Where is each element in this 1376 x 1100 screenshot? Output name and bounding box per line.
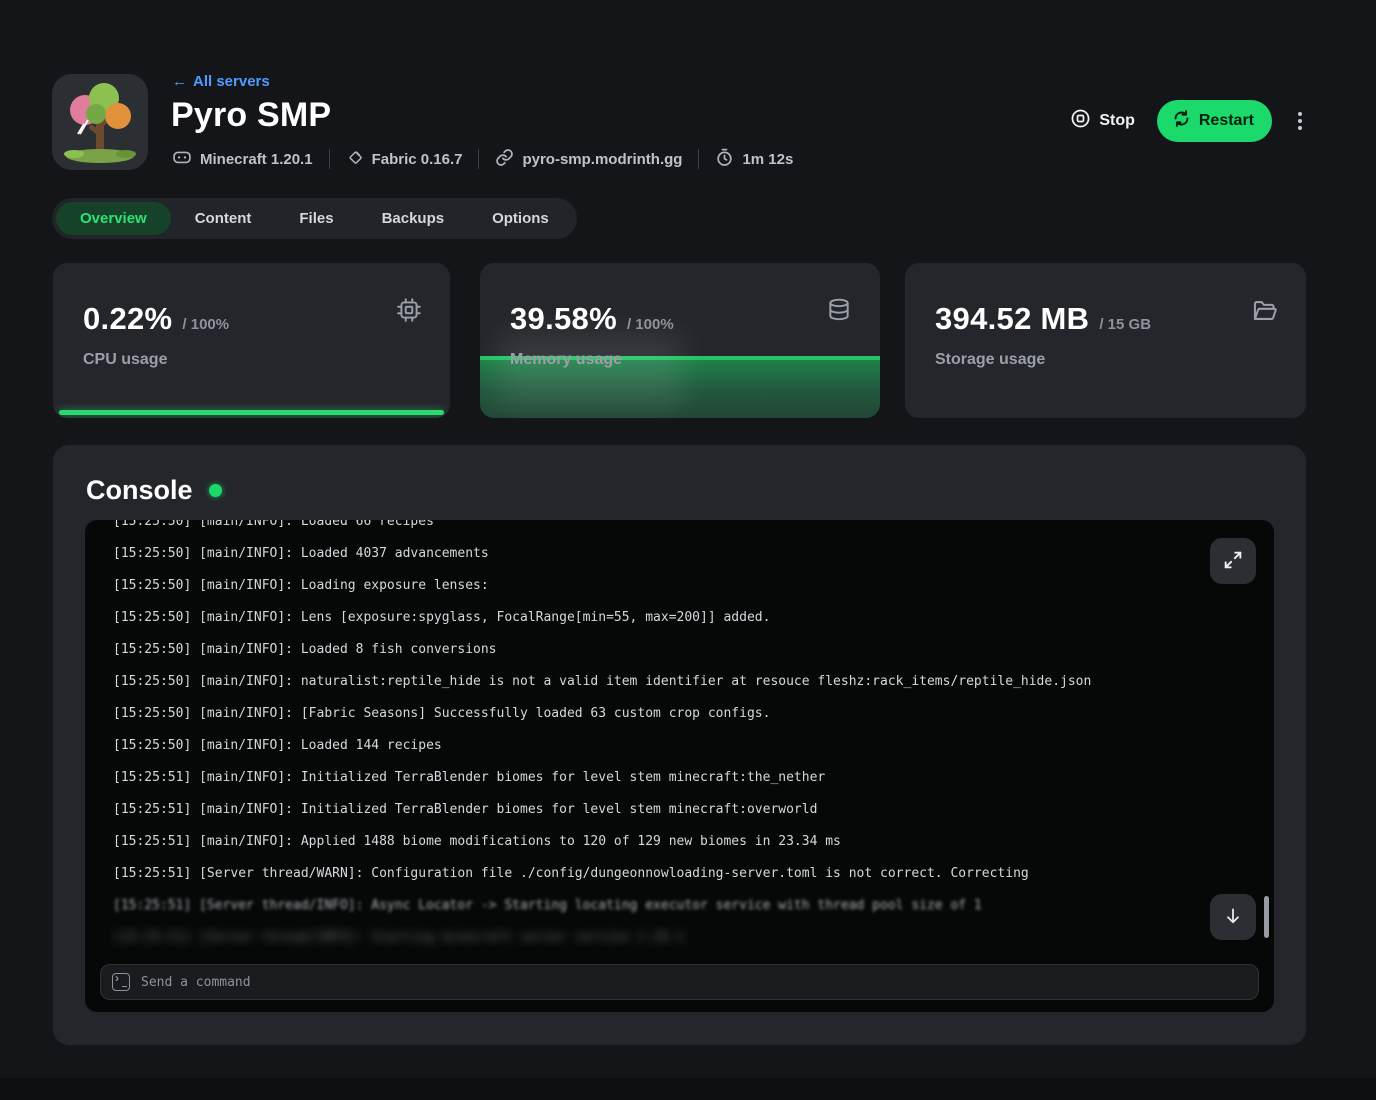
log-line-incoming: [15:25:51] [Server thread/INFO]: Async L… xyxy=(113,890,1246,922)
arrow-down-icon xyxy=(1223,906,1243,929)
console-screen[interactable]: [15:25:50] [main/INFO]: Loaded 66 recipe… xyxy=(85,520,1274,1012)
console-panel: Console [15:25:50] [main/INFO]: Loaded 6… xyxy=(53,445,1306,1045)
cpu-usage-card: 0.22% / 100% CPU usage xyxy=(53,263,450,418)
stop-button-label: Stop xyxy=(1099,112,1135,130)
log-line: [15:25:50] [main/INFO]: Loaded 66 recipe… xyxy=(113,520,1246,538)
expand-icon xyxy=(1222,549,1244,574)
console-log-output[interactable]: [15:25:50] [main/INFO]: Loaded 66 recipe… xyxy=(85,520,1274,956)
back-link-label: All servers xyxy=(193,73,270,90)
meta-label: Minecraft 1.20.1 xyxy=(200,151,313,168)
memory-usage-card: 39.58% / 100% Memory usage xyxy=(480,263,880,418)
log-line: [15:25:51] [main/INFO]: Initialized Terr… xyxy=(113,794,1246,826)
log-line: [15:25:50] [main/INFO]: Loaded 8 fish co… xyxy=(113,634,1246,666)
server-online-status-dot xyxy=(209,484,222,497)
meta-label: Fabric 0.16.7 xyxy=(372,151,463,168)
link-icon xyxy=(495,148,514,171)
server-meta-row: Minecraft 1.20.1 Fabric 0.16.7 pyro-smp.… xyxy=(172,147,793,171)
meta-minecraft-version: Minecraft 1.20.1 xyxy=(172,147,313,171)
restart-button-label: Restart xyxy=(1199,112,1254,130)
fabric-loader-icon xyxy=(346,148,364,170)
log-line-incoming: [15:25:51] [Server thread/INFO]: Startin… xyxy=(113,922,1246,954)
terminal-prompt-icon xyxy=(112,973,130,991)
fullscreen-expand-button[interactable] xyxy=(1210,538,1256,584)
cpu-usage-max: / 100% xyxy=(182,316,229,333)
memory-usage-glow xyxy=(498,333,683,408)
log-line: [15:25:50] [main/INFO]: Loading exposure… xyxy=(113,570,1246,602)
cpu-usage-label: CPU usage xyxy=(83,351,167,369)
log-line: [15:25:50] [main/INFO]: [Fabric Seasons]… xyxy=(113,698,1246,730)
page-title: Pyro SMP xyxy=(171,96,331,135)
seasonal-tree-icon xyxy=(52,74,148,170)
divider xyxy=(698,149,699,169)
memory-usage-max: / 100% xyxy=(627,316,674,333)
log-line: [15:25:50] [main/INFO]: Lens [exposure:s… xyxy=(113,602,1246,634)
more-options-kebab-icon[interactable] xyxy=(1294,106,1306,136)
storage-usage-card: 394.52 MB / 15 GB Storage usage xyxy=(905,263,1306,418)
log-line: [15:25:51] [main/INFO]: Applied 1488 bio… xyxy=(113,826,1246,858)
log-line: [15:25:50] [main/INFO]: Loaded 144 recip… xyxy=(113,730,1246,762)
storage-usage-value: 394.52 MB xyxy=(935,301,1089,337)
header-actions: Stop Restart xyxy=(1070,100,1306,142)
footer-strip xyxy=(0,1078,1376,1100)
command-input-placeholder: Send a command xyxy=(141,975,251,990)
tab-backups[interactable]: Backups xyxy=(358,202,469,235)
tab-files[interactable]: Files xyxy=(275,202,357,235)
folder-open-icon xyxy=(1251,297,1278,329)
back-to-all-servers-link[interactable]: ← All servers xyxy=(172,73,270,90)
gamepad-icon xyxy=(172,147,192,171)
log-line: [15:25:51] [main/INFO]: Initialized Terr… xyxy=(113,762,1246,794)
meta-loader-version: Fabric 0.16.7 xyxy=(346,148,463,170)
memory-usage-label: Memory usage xyxy=(510,351,622,369)
console-title: Console xyxy=(86,475,193,506)
stopwatch-icon xyxy=(715,148,734,171)
database-icon xyxy=(826,297,852,328)
scroll-to-bottom-button[interactable] xyxy=(1210,894,1256,940)
stop-button[interactable]: Stop xyxy=(1070,108,1135,134)
server-avatar xyxy=(52,74,148,170)
log-line: [15:25:50] [main/INFO]: naturalist:repti… xyxy=(113,666,1246,698)
storage-usage-label: Storage usage xyxy=(935,351,1045,369)
cpu-usage-value: 0.22% xyxy=(83,301,172,337)
meta-server-address[interactable]: pyro-smp.modrinth.gg xyxy=(495,148,682,171)
divider xyxy=(478,149,479,169)
meta-label: 1m 12s xyxy=(742,151,793,168)
restart-icon xyxy=(1172,109,1191,133)
tab-overview[interactable]: Overview xyxy=(56,202,171,235)
console-scrollbar-thumb[interactable] xyxy=(1264,896,1269,938)
meta-uptime: 1m 12s xyxy=(715,148,793,171)
cpu-usage-progress-bar xyxy=(59,410,444,415)
command-input[interactable]: Send a command xyxy=(100,964,1259,1000)
tab-options[interactable]: Options xyxy=(468,202,573,235)
storage-usage-max: / 15 GB xyxy=(1099,316,1151,333)
cpu-icon xyxy=(396,297,422,328)
back-arrow-icon: ← xyxy=(172,73,187,90)
meta-label: pyro-smp.modrinth.gg xyxy=(522,151,682,168)
memory-usage-value: 39.58% xyxy=(510,301,617,337)
divider xyxy=(329,149,330,169)
tab-content[interactable]: Content xyxy=(171,202,276,235)
log-line: [15:25:51] [Server thread/WARN]: Configu… xyxy=(113,858,1246,890)
stop-icon xyxy=(1070,108,1091,134)
server-nav-tabs: Overview Content Files Backups Options xyxy=(52,198,577,239)
server-overview-page: ← All servers Pyro SMP Minecraft 1.20.1 xyxy=(0,0,1376,1100)
restart-button[interactable]: Restart xyxy=(1157,100,1272,142)
log-line: [15:25:50] [main/INFO]: Loaded 4037 adva… xyxy=(113,538,1246,570)
